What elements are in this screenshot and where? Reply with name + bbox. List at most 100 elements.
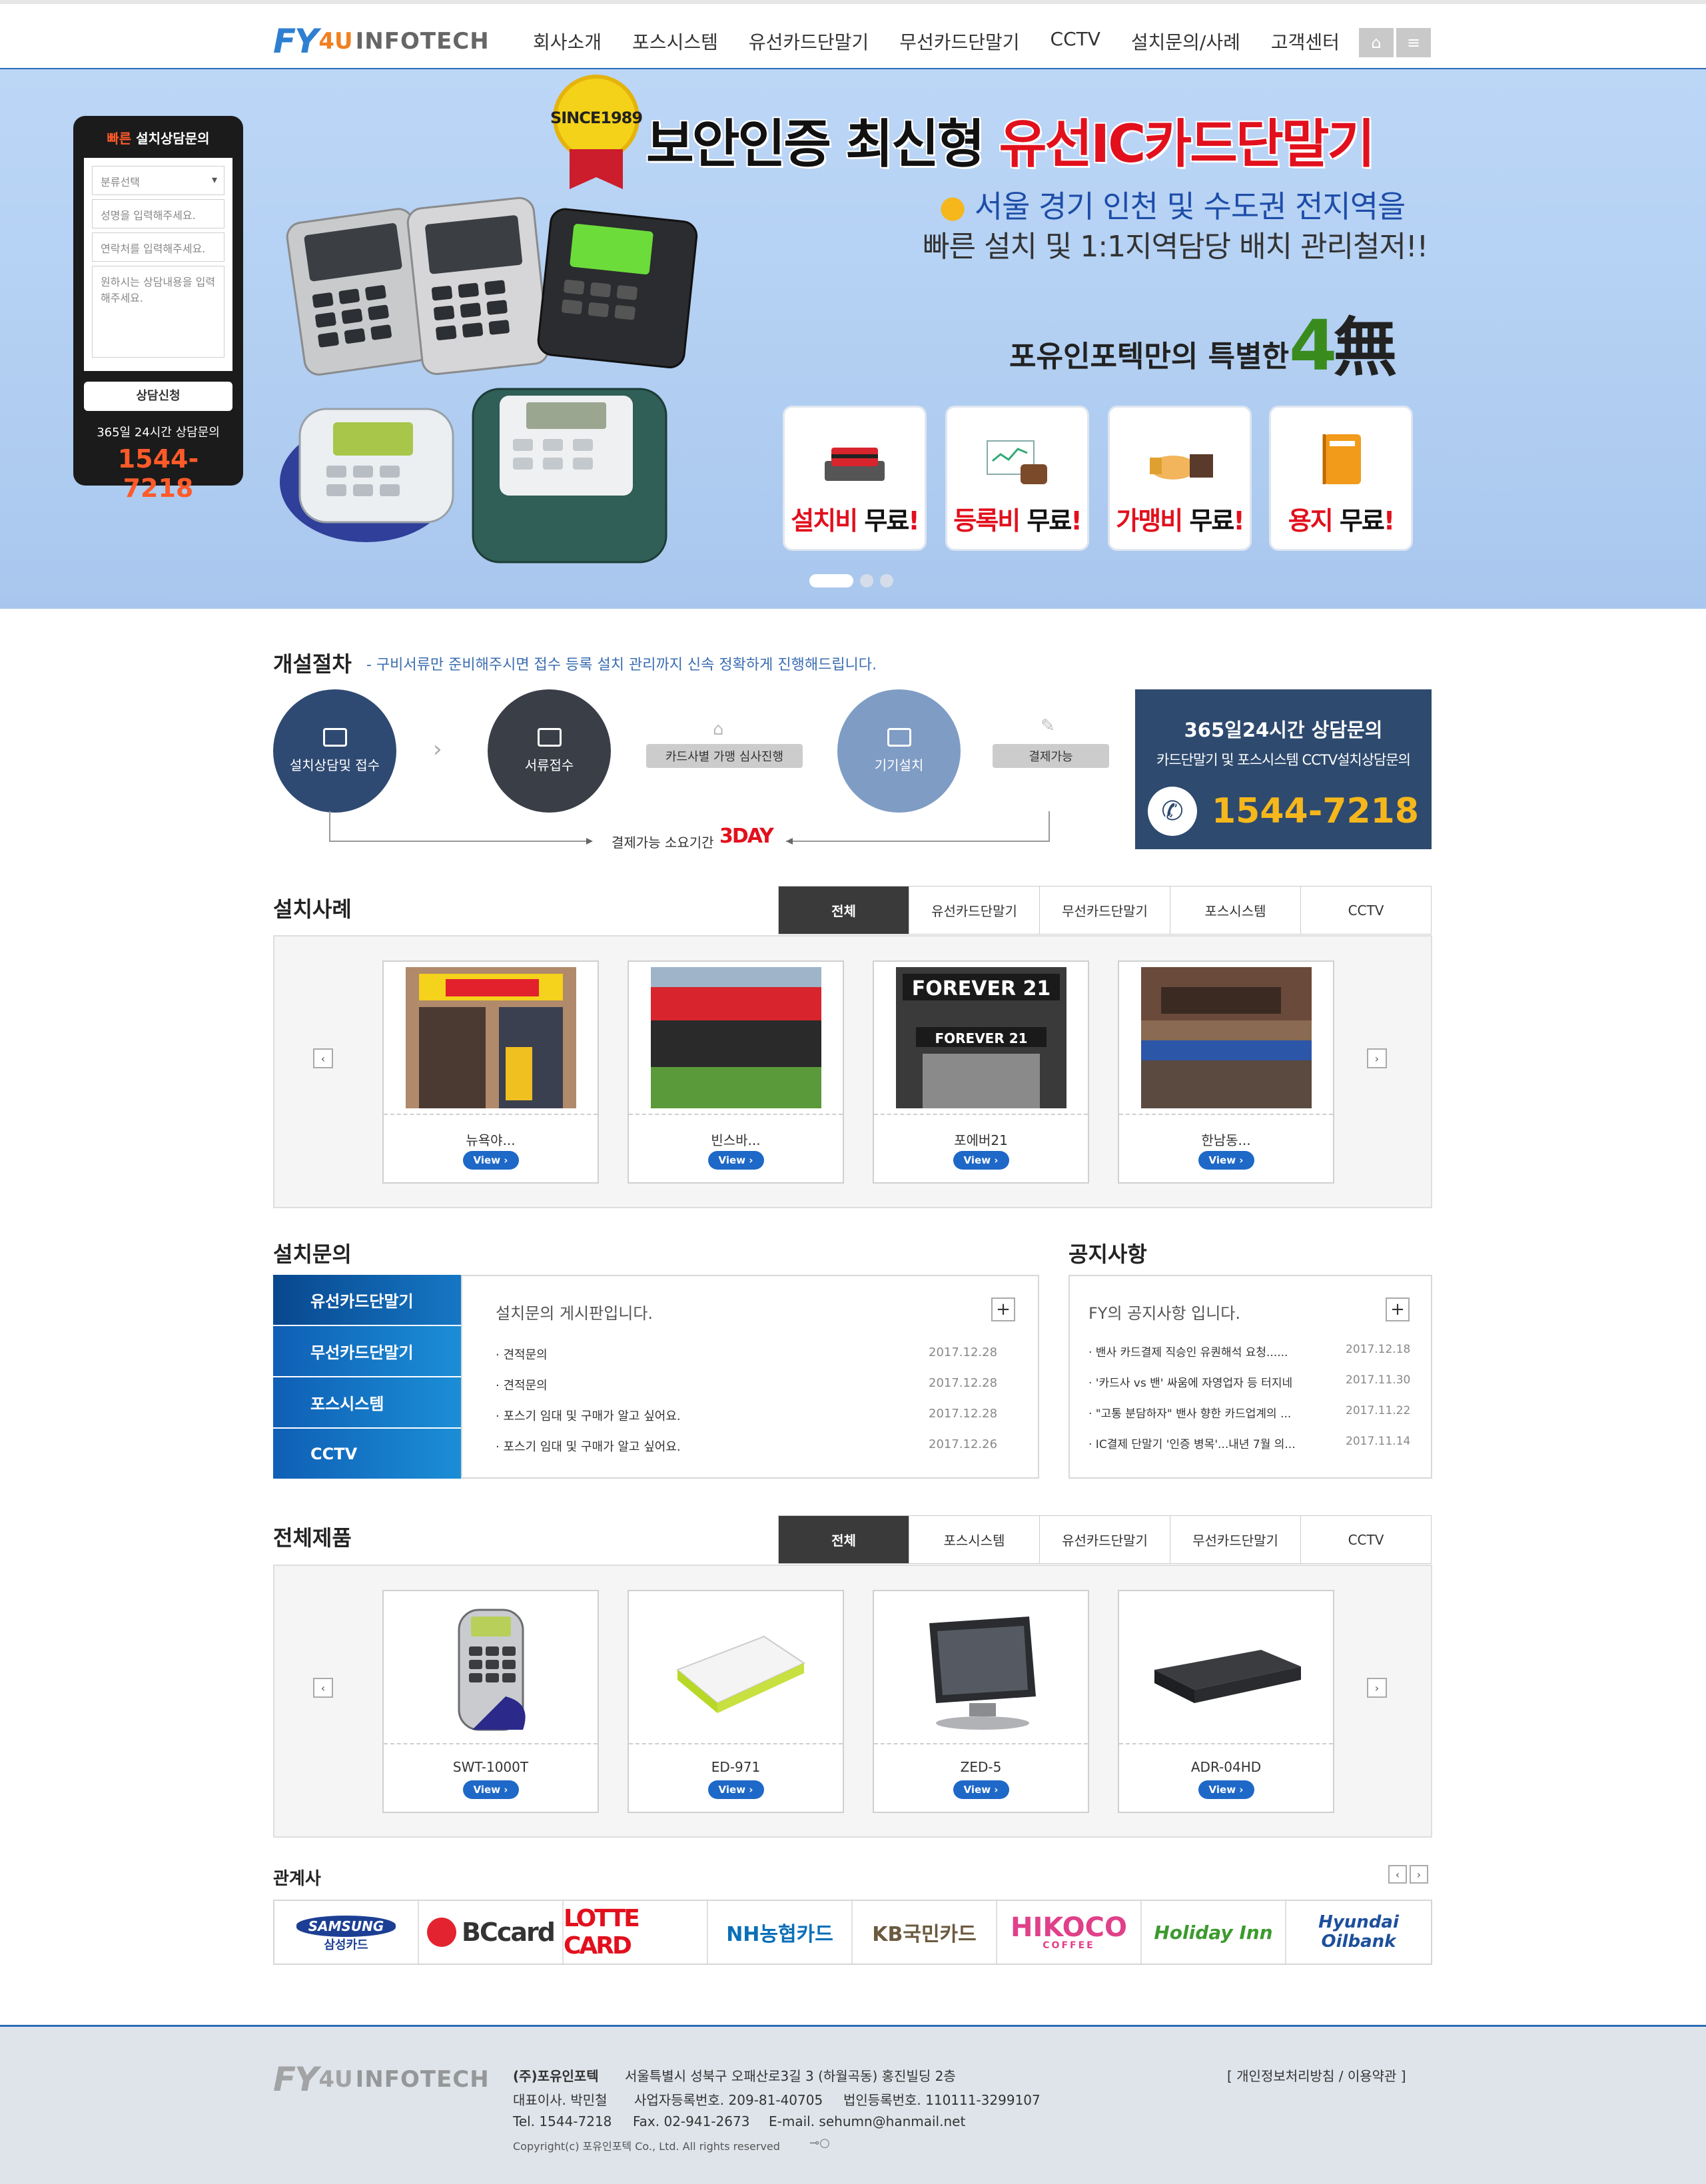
nav-install[interactable]: 설치문의/사례 [1131,28,1240,55]
message-field[interactable]: 원하시는 상담내용을 입력해주세요. [92,266,224,358]
case-name: 뉴욕야... [466,1132,516,1148]
nav-cctv[interactable]: CCTV [1051,28,1100,55]
tab-pos[interactable]: 포스시스템 [1170,887,1301,934]
prev-arrow-icon[interactable]: ‹ [313,1678,333,1698]
case-name: 포에버21 [954,1132,1008,1148]
inquiry-tab-wireless[interactable]: 무선카드단말기 [273,1326,461,1377]
view-button[interactable]: View › [953,1151,1009,1170]
inquiry-post[interactable]: · 견적문의 [496,1376,548,1393]
partners-prev-icon[interactable]: ‹ [1388,1865,1407,1884]
tab-wireless[interactable]: 무선카드단말기 [1040,887,1170,934]
process-desc: - 구비서류만 준비해주시면 접수 등록 설치 관리까지 신속 정확하게 진행해… [366,657,877,673]
notice-date: 2017.12.18 [1346,1343,1411,1356]
footer-ceo: 대표이사. 박민철 [513,2092,608,2108]
view-button[interactable]: View › [462,1151,519,1170]
notebook-icon [1322,434,1361,484]
product-photo [1141,1597,1312,1738]
product-card[interactable]: ED-971 View › [628,1590,844,1813]
partner-kb[interactable]: KB국민카드 [853,1901,997,1964]
phone-field[interactable]: 연락처를 입력해주세요. [92,232,224,262]
partner-holiday-inn[interactable]: Holiday Inn [1142,1901,1286,1964]
view-button[interactable]: View › [462,1780,519,1799]
case-card[interactable]: FOREVER 21 FOREVER 21 포에버21 View › [873,960,1089,1184]
tab-cctv[interactable]: CCTV [1301,887,1432,934]
view-button[interactable]: View › [707,1151,764,1170]
partners-next-icon[interactable]: › [1410,1865,1428,1884]
partner-samsung[interactable]: SAMSUNG 삼성카드 [274,1901,419,1964]
next-arrow-icon[interactable]: › [1367,1678,1387,1698]
document-icon [537,728,562,747]
nav-wireless[interactable]: 무선카드단말기 [899,28,1019,55]
case-card[interactable]: 뉴욕야... View › [382,960,599,1184]
name-field[interactable]: 성명을 입력해주세요. [92,199,224,228]
case-card[interactable]: 한남동... View › [1118,960,1334,1184]
partner-lotte[interactable]: LOTTE CARD [564,1901,708,1964]
call-title: 365일24시간 상담문의 [1184,719,1383,741]
home-icon[interactable]: ⌂ [1359,28,1394,57]
tab-all[interactable]: 전체 [779,1516,909,1564]
ribbon-icon [570,149,623,189]
view-button[interactable]: View › [1198,1780,1254,1799]
quick-hours: 365일 24시간 상담문의 [97,426,220,440]
partner-hyundai-oilbank[interactable]: Hyundai Oilbank [1286,1901,1431,1964]
tab-wired[interactable]: 유선카드단말기 [1040,1516,1170,1564]
free-install-card: 설치비 무료! [783,406,927,551]
partner-nh[interactable]: NH농협카드 [708,1901,853,1964]
case-card[interactable]: 빈스바... View › [628,960,844,1184]
nav-company[interactable]: 회사소개 [533,28,602,55]
inquiry-post[interactable]: · 포스기 임대 및 구매가 알고 싶어요. [496,1407,681,1424]
svg-text:FOREVER 21: FOREVER 21 [935,1030,1027,1046]
view-button[interactable]: View › [953,1780,1009,1799]
tab-wired[interactable]: 유선카드단말기 [909,887,1040,934]
notice-date: 2017.11.22 [1346,1404,1411,1417]
inquiry-post[interactable]: · 포스기 임대 및 구매가 알고 싶어요. [496,1437,681,1455]
free-register-card: 등록비 무료! [945,406,1089,551]
footer-company: (주)포유인포텍 [513,2068,599,2084]
site-logo[interactable]: FY 4U INFOTECH [273,21,490,61]
prev-arrow-icon[interactable]: ‹ [313,1048,333,1068]
product-card[interactable]: ZED-5 View › [873,1590,1089,1813]
slide-dot-1[interactable] [809,574,853,587]
notice-post[interactable]: · "고통 분담하자" 밴사 향한 카드업계의 ... [1088,1404,1291,1421]
menu-icon[interactable]: ≡ [1396,28,1431,57]
inquiry-tab-wired[interactable]: 유선카드단말기 [273,1275,461,1326]
step-payment-pill: 결제가능 [993,744,1109,768]
partner-hikoco[interactable]: HIKOCO COFFEE [997,1901,1142,1964]
footer-policy-link[interactable]: [ 개인정보처리방침 / 이용약관 ] [1227,2065,1406,2085]
inquiry-tab-pos[interactable]: 포스시스템 [273,1377,461,1429]
inquiry-tab-cctv[interactable]: CCTV [273,1429,461,1480]
site-header: FY 4U INFOTECH 회사소개 포스시스템 유선카드단말기 무선카드단말… [0,4,1706,69]
view-button[interactable]: View › [707,1780,764,1799]
notice-post[interactable]: · 밴사 카드결제 직승인 유퀀해석 요청...... [1088,1343,1288,1359]
hero-subtitle-1: ● 서울 경기 인천 및 수도권 전지역을 [939,188,1406,224]
slide-dot-2[interactable] [860,574,873,587]
call-center-box: 365일24시간 상담문의 카드단말기 및 포스시스템 CCTV설치상담문의 ✆… [1135,689,1432,849]
nav-wired[interactable]: 유선카드단말기 [749,28,869,55]
consult-submit-button[interactable]: 상담신청 [84,382,232,411]
inquiry-post[interactable]: · 견적문의 [496,1345,548,1363]
nav-support[interactable]: 고객센터 [1271,28,1340,55]
plus-icon[interactable]: + [991,1297,1015,1321]
case-photo [651,967,821,1108]
case-photo: FOREVER 21 FOREVER 21 [896,967,1066,1108]
product-card[interactable]: SWT-1000T View › [382,1590,599,1813]
inquiry-date: 2017.12.28 [929,1407,998,1421]
product-card[interactable]: ADR-04HD View › [1118,1590,1334,1813]
next-arrow-icon[interactable]: › [1367,1048,1387,1068]
view-button[interactable]: View › [1198,1151,1254,1170]
tab-all[interactable]: 전체 [779,887,909,934]
slide-dot-3[interactable] [880,574,893,587]
case-name: 한남동... [1201,1132,1251,1148]
notice-post[interactable]: · IC결제 단말기 '인증 병목'...내년 7월 의... [1088,1435,1296,1451]
tab-pos[interactable]: 포스시스템 [909,1516,1040,1564]
notice-date: 2017.11.30 [1346,1373,1411,1387]
notice-post[interactable]: · '카드사 vs 밴' 싸움에 자영업자 등 터지네 [1088,1373,1292,1390]
nav-pos[interactable]: 포스시스템 [632,28,718,55]
partner-bccard[interactable]: BCcard [419,1901,564,1964]
logo-4u: 4U [318,28,353,55]
products-tabs: 전체 포스시스템 유선카드단말기 무선카드단말기 CCTV [778,1515,1432,1564]
tab-cctv[interactable]: CCTV [1301,1516,1432,1564]
plus-icon[interactable]: + [1386,1297,1410,1321]
tab-wireless[interactable]: 무선카드단말기 [1170,1516,1301,1564]
category-select[interactable]: 분류선택 [92,166,224,195]
